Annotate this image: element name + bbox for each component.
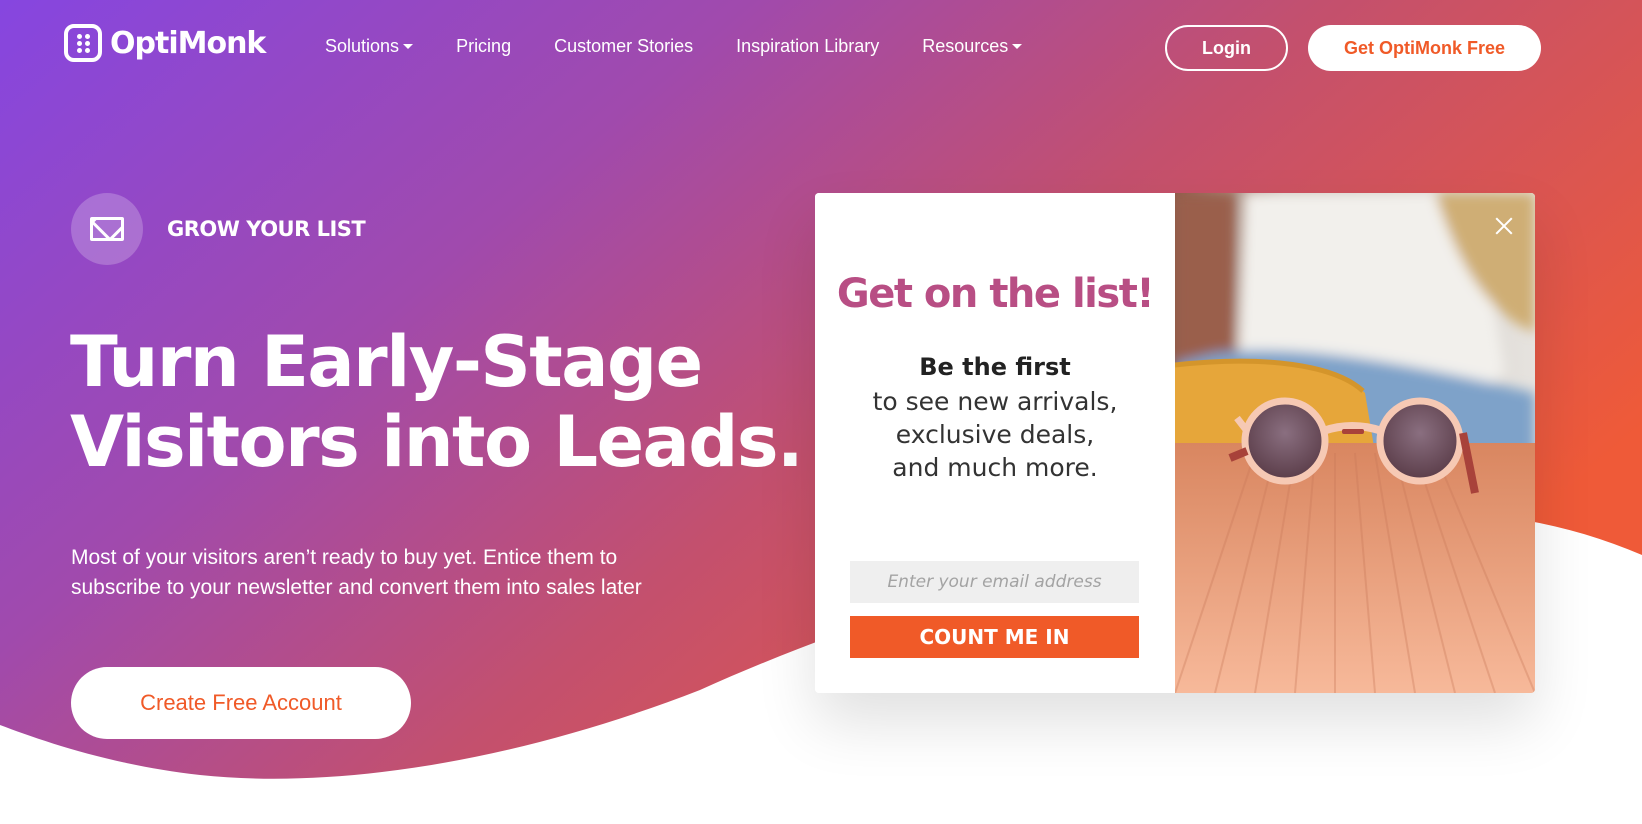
- logo-text: OptiMonk: [110, 25, 266, 61]
- chevron-down-icon: [1012, 44, 1023, 49]
- nav-link-label: Inspiration Library: [736, 36, 880, 56]
- login-button[interactable]: Login: [1165, 25, 1288, 71]
- popup-body-line: to see new arrivals,: [872, 387, 1118, 416]
- nav-links: Solutions Pricing Customer Stories Inspi…: [325, 36, 1065, 57]
- popup-body-line: and much more.: [892, 453, 1098, 482]
- nav-link-resources[interactable]: Resources: [922, 36, 1023, 57]
- popup-preview: Get on the list! Be the first to see new…: [815, 193, 1535, 693]
- logo-icon: [64, 24, 102, 62]
- top-navigation: OptiMonk Solutions Pricing Customer Stor…: [0, 0, 1642, 95]
- popup-lead: Be the first: [919, 353, 1071, 381]
- popup-body-line: exclusive deals,: [895, 420, 1095, 449]
- sunglasses-photo: [1175, 193, 1535, 693]
- optimonk-logo[interactable]: OptiMonk: [64, 24, 266, 62]
- badge-circle: [71, 193, 143, 265]
- close-icon[interactable]: [1491, 213, 1517, 239]
- popup-content: Get on the list! Be the first to see new…: [815, 193, 1175, 693]
- get-optimonk-free-button[interactable]: Get OptiMonk Free: [1308, 25, 1541, 71]
- nav-link-label: Solutions: [325, 36, 400, 56]
- grow-your-list-badge: GROW YOUR LIST: [71, 193, 366, 265]
- email-input[interactable]: [850, 561, 1139, 603]
- hero-headline: Turn Early-Stage Visitors into Leads.: [70, 321, 804, 483]
- nav-link-label: Resources: [922, 36, 1009, 56]
- popup-title: Get on the list!: [836, 271, 1155, 317]
- count-me-in-button[interactable]: COUNT ME IN: [850, 616, 1139, 658]
- nav-link-label: Pricing: [456, 36, 512, 56]
- nav-link-inspiration-library[interactable]: Inspiration Library: [736, 36, 879, 57]
- popup-image: [1175, 193, 1535, 693]
- headline-line-2: Visitors into Leads.: [70, 401, 804, 483]
- headline-line-1: Turn Early-Stage: [70, 321, 703, 403]
- chevron-down-icon: [403, 44, 414, 49]
- nav-link-solutions[interactable]: Solutions: [325, 36, 414, 57]
- badge-label: GROW YOUR LIST: [167, 217, 366, 241]
- nav-link-label: Customer Stories: [554, 36, 694, 56]
- envelope-icon: [90, 217, 124, 241]
- hero-subtext: Most of your visitors aren’t ready to bu…: [71, 546, 642, 599]
- nav-link-pricing[interactable]: Pricing: [456, 36, 511, 57]
- nav-link-customer-stories[interactable]: Customer Stories: [554, 36, 693, 57]
- create-free-account-button[interactable]: Create Free Account: [71, 667, 411, 739]
- popup-body: to see new arrivals, exclusive deals, an…: [815, 385, 1175, 484]
